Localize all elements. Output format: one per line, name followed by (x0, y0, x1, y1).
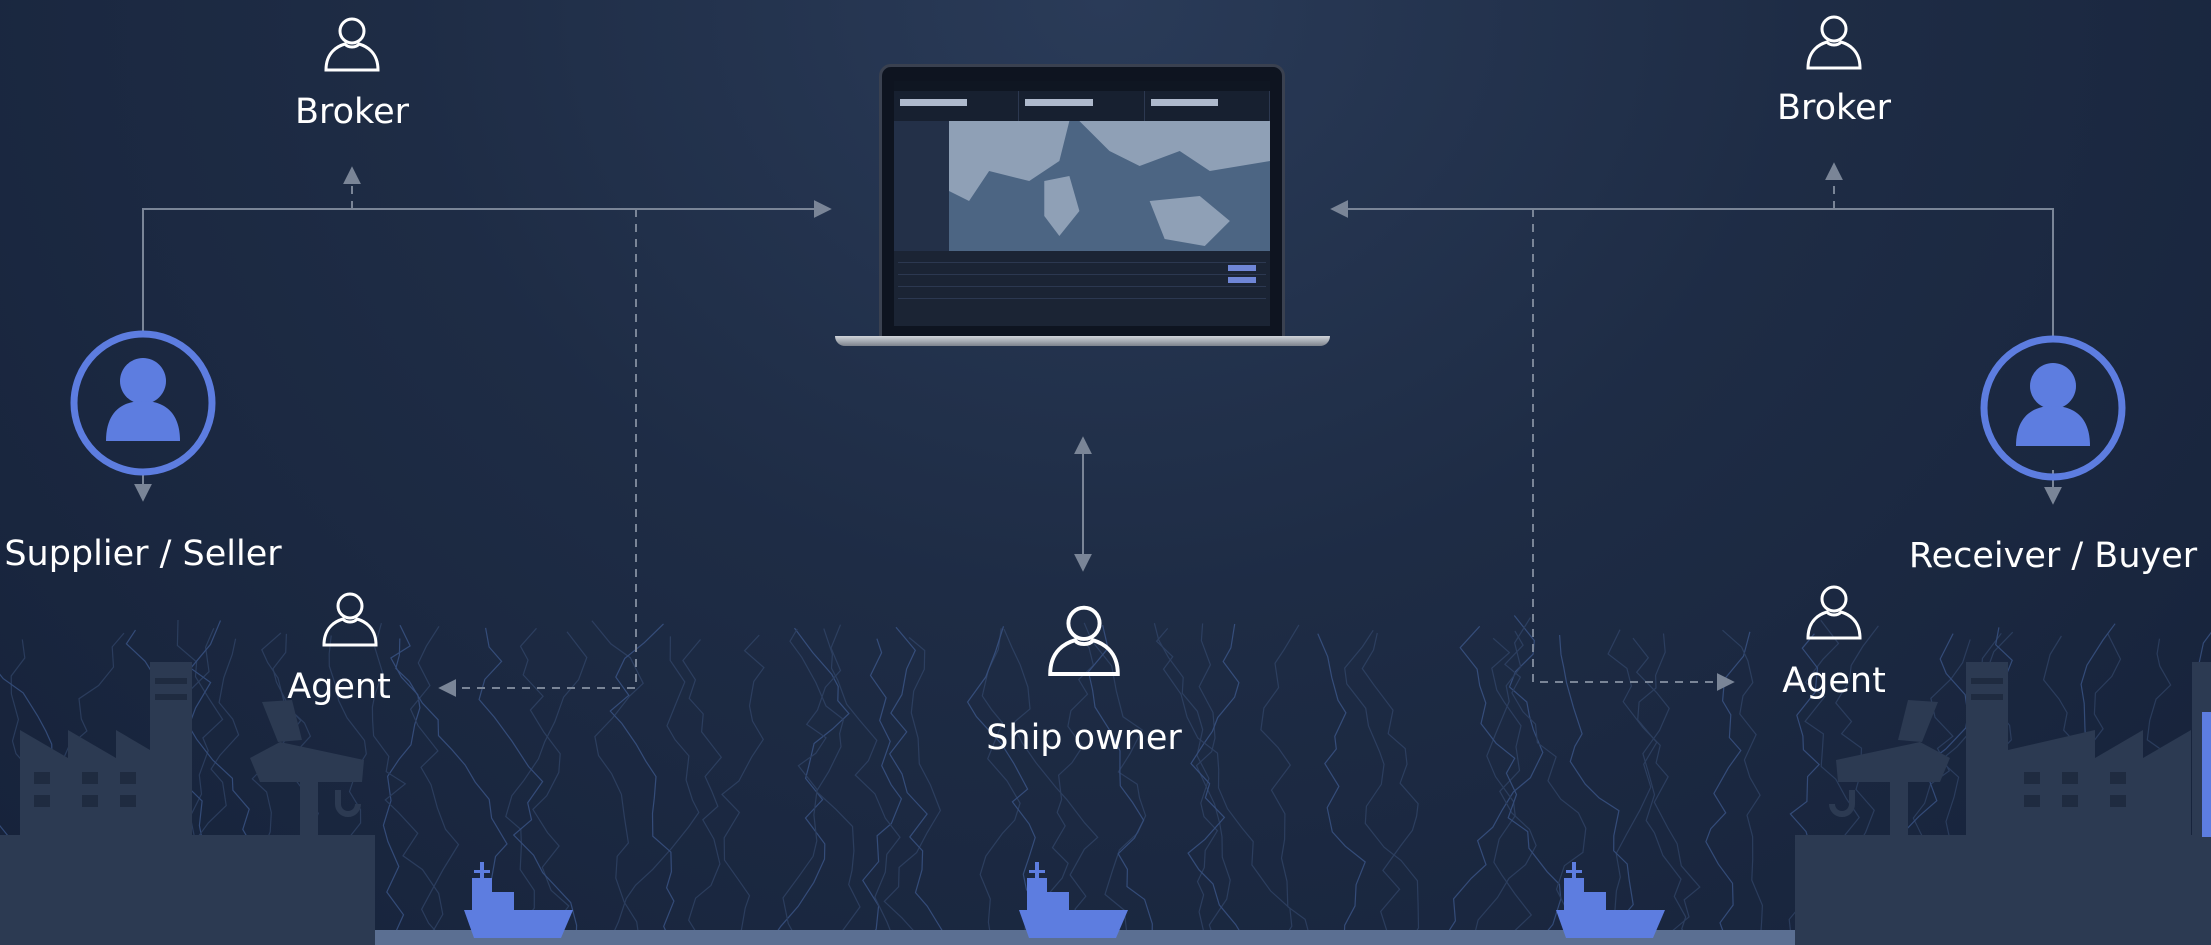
wave-line (1317, 633, 1366, 945)
left-connector-to-laptop (142, 200, 832, 335)
wave-line (789, 628, 861, 945)
wave-line (1607, 629, 1701, 945)
receiver-buyer-label: Receiver / Buyer (1908, 536, 2198, 576)
screen-sidebar (894, 121, 949, 251)
dashboard-screenshot (894, 81, 1270, 326)
wave-line (1083, 622, 1147, 945)
ship-icon (464, 862, 573, 938)
accent-bar (2202, 712, 2211, 837)
person-outline-icon (324, 17, 380, 72)
left-connector-to-agent (438, 209, 637, 697)
laptop-bezel (879, 64, 1285, 339)
ship-icon (1556, 862, 1665, 938)
screen-stat (1019, 91, 1145, 121)
wave-line (609, 623, 675, 945)
wave-line (505, 631, 588, 945)
broker-left-label: Broker (295, 92, 409, 132)
right-connector-to-agent (1532, 209, 1735, 691)
person-circle-icon (70, 330, 216, 476)
crane-icon (1829, 790, 1855, 817)
screen-table (894, 251, 1270, 326)
screen-stat (1145, 91, 1270, 121)
wave-line (782, 624, 842, 945)
wave-line (1260, 624, 1313, 945)
wave-line (1705, 631, 1751, 945)
wave-line (1459, 625, 1562, 945)
wave-line (1471, 637, 1537, 945)
person-outline-icon (1048, 605, 1120, 676)
wave-line (883, 637, 942, 945)
laptop-icon (835, 64, 1330, 349)
supplier-seller-label: Supplier / Seller (4, 534, 282, 574)
wave-line (1439, 615, 1544, 945)
wave-line (1195, 623, 1231, 945)
laptop-base (835, 336, 1330, 346)
wave-line (862, 638, 903, 945)
wave-line (721, 634, 765, 945)
agent-left-label: Agent (287, 667, 391, 707)
wave-line (1155, 628, 1293, 945)
agent-right-label: Agent (1782, 661, 1886, 701)
wave-line (1361, 632, 1419, 945)
wave-line (519, 627, 570, 945)
ship-owner-label: Ship owner (986, 718, 1182, 758)
person-circle-icon (1980, 335, 2126, 481)
wave-line (591, 620, 644, 945)
wave-line (682, 639, 723, 945)
crane-icon (335, 790, 361, 817)
factory-icon (1795, 662, 2211, 945)
screen-topbar (894, 81, 1270, 91)
wave-line (1722, 629, 1764, 945)
wave-line (607, 636, 700, 945)
wave-line (1632, 637, 1697, 945)
wave-line (409, 625, 460, 945)
person-outline-icon (1806, 15, 1862, 70)
person-outline-icon (1806, 585, 1862, 640)
wave-line (888, 626, 961, 945)
person-outline-icon (322, 592, 378, 647)
broker-right-label: Broker (1777, 88, 1891, 128)
screen-map (949, 121, 1270, 251)
screen-stat (894, 91, 1020, 121)
screen-stats (894, 91, 1270, 121)
wave-line (1153, 623, 1219, 945)
right-connector-to-laptop (1330, 200, 2054, 340)
wave-line (767, 627, 850, 945)
